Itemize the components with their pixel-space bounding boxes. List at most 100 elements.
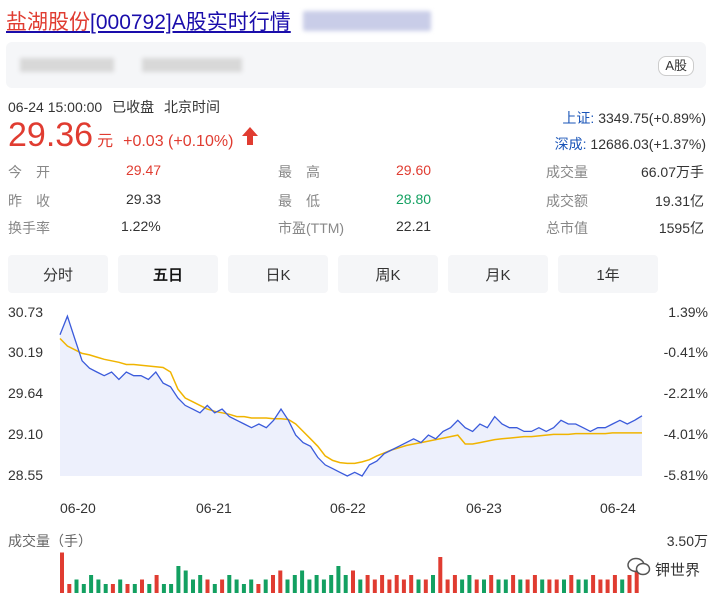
chart-period-tabs: 分时 五日 日K 周K 月K 1年 [8,255,658,293]
stat-label: 昨 收 [8,193,50,209]
stat-label: 总市值 [546,220,588,236]
volume-bar [358,579,363,593]
volume-bar [394,575,399,593]
volume-bar [96,579,101,593]
volume-bar [89,575,94,593]
x-tick: 06-21 [196,500,232,516]
stock-name[interactable]: 盐湖股份 [6,11,90,34]
volume-bar [271,575,275,593]
info-bar: A股 [6,42,706,88]
tab-weekly-k[interactable]: 周K [338,255,438,293]
volume-bar [482,579,486,593]
volume-bar [132,584,137,593]
volume-bar [241,584,246,593]
volume-bar [191,579,195,593]
volume-bar [125,584,130,593]
stat-label: 成交额 [546,193,588,209]
volume-bar [300,570,305,593]
volume-bar [256,584,261,593]
volume-bar [598,579,603,593]
index-shanghai[interactable]: 上证: 3349.75(+0.89%) [562,108,706,128]
tab-daily-k[interactable]: 日K [228,255,328,293]
watermark: 钾世界 [627,557,700,581]
volume-bar [307,579,312,593]
stat-label: 最 低 [278,193,320,209]
volume-bar [263,579,268,593]
volume-bar [401,579,406,593]
volume-bar [321,579,326,593]
volume-bar [416,579,421,593]
index-label: 上证: [562,110,595,126]
stat-label: 今 开 [8,164,50,180]
volume-bar [423,579,428,593]
volume-max-label: 3.50万 [666,533,708,549]
stat-volume: 66.07万手 [640,164,704,180]
volume-bar [431,575,435,593]
volume-bar [503,579,508,593]
volume-bar [438,557,443,593]
x-tick: 06-24 [600,500,636,516]
stat-turnover-rate: 1.22% [121,218,161,234]
volume-bar [110,584,115,593]
volume-bar [467,575,472,593]
volume-bar [169,584,174,593]
stat-label: 成交量 [546,164,588,180]
volume-bar [67,584,72,593]
volume-bar [562,579,566,593]
volume-bar [511,575,516,593]
volume-bar [118,579,123,593]
volume-bar [140,579,144,593]
price-unit: 元 [97,133,114,150]
stat-pe-ttm: 22.21 [396,218,432,234]
volume-bar [409,575,414,593]
volume-bar [474,579,479,593]
volume-bar [314,575,319,593]
stat-turnover-amount: 19.31亿 [654,193,704,209]
volume-bar [489,575,494,593]
volume-bar [205,579,210,593]
volume-bar [343,575,348,593]
stat-prev-close: 29.33 [126,191,162,207]
volume-bar [612,575,617,593]
volume-bar [540,579,545,593]
volume-bar [227,575,232,593]
volume-bar [234,579,239,593]
stock-code-title[interactable]: [000792]A股实时行情 [90,11,291,34]
quote-timestamp: 06-24 15:00:00 已收盘 北京时间 [8,97,220,117]
market-status: 已收盘 [112,99,155,115]
volume-bar [569,575,574,593]
volume-bar [249,579,254,593]
market-badge[interactable]: A股 [658,56,694,76]
volume-bar [81,584,86,593]
blurred-info [20,58,114,72]
volume-bar [176,566,181,593]
tab-monthly-k[interactable]: 月K [448,255,548,293]
stat-label: 最 高 [278,164,320,180]
stat-open: 29.47 [126,162,162,178]
volume-bar [198,575,203,593]
x-tick: 06-22 [330,500,366,516]
five-day-chart[interactable]: 30.73 30.19 29.64 29.10 28.55 1.39% -0.4… [0,296,718,599]
volume-bar [460,579,465,593]
page-title-link[interactable]: 盐湖股份[000792]A股实时行情 [6,6,291,36]
blurred-text [302,11,431,31]
volume-bar [285,579,290,593]
tab-intraday[interactable]: 分时 [8,255,108,293]
volume-bar [605,579,610,593]
volume-bar [583,579,588,593]
volume-bar [496,579,501,593]
index-shenzhen[interactable]: 深成: 12686.03(+1.37%) [555,134,706,154]
volume-bar [554,579,559,593]
volume-bar [183,570,188,593]
volume-bar [452,575,457,593]
volume-bar [620,579,625,593]
tab-one-year[interactable]: 1年 [558,255,658,293]
volume-bar [329,575,334,593]
index-value: 12686.03(+1.37%) [590,136,706,152]
volume-bar [380,575,385,593]
up-arrow-icon [241,126,259,152]
volume-bar [154,575,159,593]
stat-label: 换手率 [8,220,50,236]
price-chart-svg [59,314,643,593]
tab-five-day[interactable]: 五日 [118,255,218,293]
